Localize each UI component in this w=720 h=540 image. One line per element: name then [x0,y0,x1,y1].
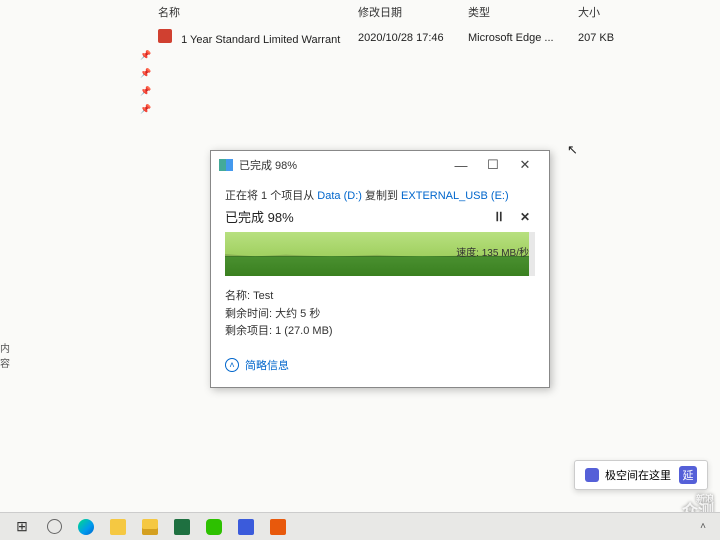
notification-action[interactable]: 延 [679,466,697,484]
dialog-title: 已完成 98% [239,157,445,173]
mouse-cursor-icon: ↖ [567,142,578,158]
wechat-icon [206,519,222,535]
taskbar-wechat[interactable] [200,516,228,538]
taskbar: ⊞ ˄ [0,512,720,540]
chevron-up-icon: ˄ [225,358,239,372]
taskbar-app-blue[interactable] [232,516,260,538]
taskbar-excel[interactable] [168,516,196,538]
cancel-button[interactable]: ✕ [515,210,535,224]
app-icon [270,519,286,535]
pin-icon: 📌 [140,50,150,60]
file-name: 1 Year Standard Limited Warrant [181,34,340,46]
taskbar-edge[interactable] [72,516,100,538]
pdf-icon [158,29,172,43]
col-type[interactable]: 类型 [468,4,578,20]
app-icon [585,468,599,482]
file-row[interactable]: 1 Year Standard Limited Warrant 2020/10/… [0,24,720,51]
speed-label: 速度: 135 MB/秒 [456,244,529,259]
column-headers: 名称 修改日期 类型 大小 [0,0,720,24]
col-size[interactable]: 大小 [578,4,638,20]
source-link[interactable]: Data (D:) [317,190,362,202]
system-tray[interactable]: ˄ [700,521,712,532]
copy-progress-dialog: 已完成 98% — ☐ ✕ 正在将 1 个项目从 Data (D:) 复制到 E… [210,150,550,388]
pin-icon: 📌 [140,86,150,96]
notification-text: 极空间在这里 [605,467,671,483]
maximize-button[interactable]: ☐ [477,157,509,173]
pause-button[interactable]: ⅠⅠ [489,210,509,224]
search-button[interactable] [40,516,68,538]
taskbar-explorer[interactable] [104,516,132,538]
file-type: Microsoft Edge ... [468,32,578,44]
minimize-button[interactable]: — [445,158,477,173]
col-date[interactable]: 修改日期 [358,4,468,20]
search-icon [47,519,62,534]
fewer-details-button[interactable]: ˄ 简略信息 [225,357,535,373]
folder-icon [142,519,158,535]
dialog-titlebar[interactable]: 已完成 98% — ☐ ✕ [211,151,549,179]
taskbar-app-orange[interactable] [264,516,292,538]
folder-icon [110,519,126,535]
detail-remaining-time: 剩余时间: 大约 5 秒 [225,306,535,324]
copy-icon [219,159,233,171]
pin-icon: 📌 [140,68,150,78]
edge-icon [78,519,94,535]
excel-icon [174,519,190,535]
percent-complete: 已完成 98% [225,207,483,226]
app-icon [238,519,254,535]
taskbar-folder2[interactable] [136,516,164,538]
notification-bubble[interactable]: 极空间在这里 延 [574,460,708,490]
col-name[interactable]: 名称 [158,4,358,20]
start-button[interactable]: ⊞ [8,516,36,538]
dest-link[interactable]: EXTERNAL_USB (E:) [401,190,509,202]
left-edge-fragment: 内容 [0,340,12,370]
pin-icon: 📌 [140,104,150,114]
file-name-cell: 1 Year Standard Limited Warrant [158,29,358,46]
detail-name: 名称: Test [225,288,535,306]
progress-header: 已完成 98% ⅠⅠ ✕ [225,207,535,226]
dialog-body: 正在将 1 个项目从 Data (D:) 复制到 EXTERNAL_USB (E… [211,179,549,387]
copy-details: 名称: Test 剩余时间: 大约 5 秒 剩余项目: 1 (27.0 MB) [225,288,535,341]
window-close-button[interactable]: ✕ [509,157,541,173]
file-date: 2020/10/28 17:46 [358,32,468,44]
tray-chevron-icon[interactable]: ˄ [700,521,706,532]
file-size: 207 KB [578,32,638,44]
quick-access-pins: 📌 📌 📌 📌 [140,50,150,122]
progress-bar: 速度: 135 MB/秒 [225,232,535,276]
copying-text: 正在将 1 个项目从 Data (D:) 复制到 EXTERNAL_USB (E… [225,187,535,203]
detail-remaining-items: 剩余项目: 1 (27.0 MB) [225,323,535,341]
